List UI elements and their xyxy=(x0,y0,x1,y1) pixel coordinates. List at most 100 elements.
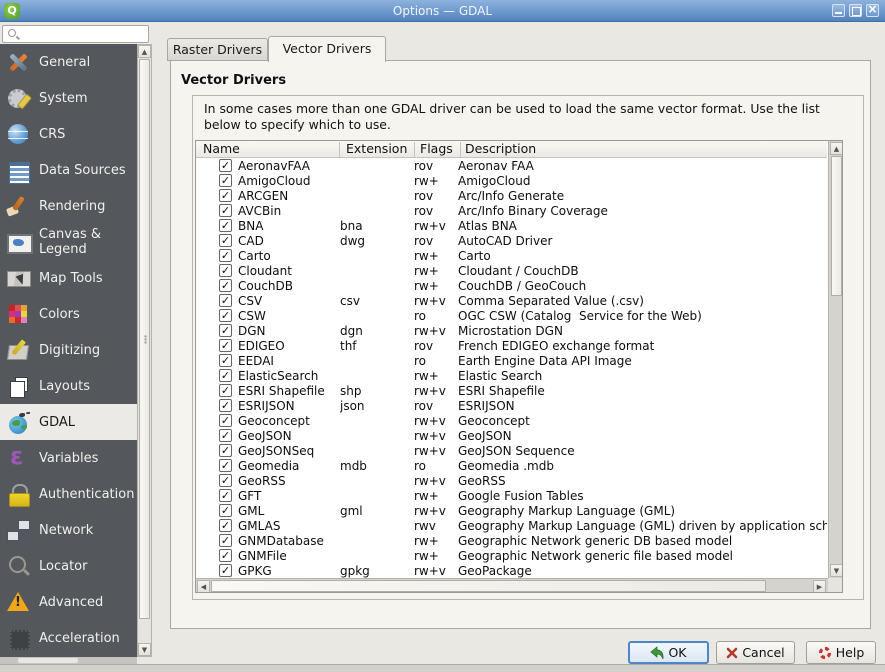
minimize-button[interactable] xyxy=(832,4,845,17)
row-checkbox[interactable]: ✓ xyxy=(219,384,232,397)
sidebar-item-canvas-legend[interactable]: Canvas & Legend xyxy=(0,224,137,260)
row-checkbox[interactable]: ✓ xyxy=(219,519,232,532)
row-checkbox[interactable]: ✓ xyxy=(219,279,232,292)
sidebar-item-locator[interactable]: Locator xyxy=(0,548,137,584)
sidebar-item-gdal[interactable]: GDAL xyxy=(0,404,137,440)
row-checkbox[interactable]: ✓ xyxy=(219,249,232,262)
table-row[interactable]: ✓ CAD dwg rov AutoCAD Driver xyxy=(196,233,827,248)
close-button[interactable] xyxy=(866,4,879,17)
row-checkbox[interactable]: ✓ xyxy=(219,414,232,427)
table-hscrollbar[interactable]: ◀ ▶ xyxy=(196,578,828,593)
sidebar-item-authentication[interactable]: Authentication xyxy=(0,476,137,512)
table-row[interactable]: ✓ GFT rw+ Google Fusion Tables xyxy=(196,488,827,503)
table-row[interactable]: ✓ EEDAI ro Earth Engine Data API Image xyxy=(196,353,827,368)
sidebar-item-layouts[interactable]: Layouts xyxy=(0,368,137,404)
row-checkbox[interactable]: ✓ xyxy=(219,219,232,232)
table-row[interactable]: ✓ Geomedia mdb ro Geomedia .mdb xyxy=(196,458,827,473)
table-row[interactable]: ✓ CouchDB rw+ CouchDB / GeoCouch xyxy=(196,278,827,293)
row-checkbox[interactable]: ✓ xyxy=(219,294,232,307)
row-checkbox[interactable]: ✓ xyxy=(219,369,232,382)
sidebar-search[interactable] xyxy=(2,25,149,43)
sidebar-item-digitizing[interactable]: Digitizing xyxy=(0,332,137,368)
table-row[interactable]: ✓ AmigoCloud rw+ AmigoCloud xyxy=(196,173,827,188)
sidebar-item-network[interactable]: Network xyxy=(0,512,137,548)
sidebar-item-advanced[interactable]: Advanced xyxy=(0,584,137,620)
sidebar-item-variables[interactable]: Variables xyxy=(0,440,137,476)
sidebar-item-rendering[interactable]: Rendering xyxy=(0,188,137,224)
tab-raster-drivers[interactable]: Raster Drivers xyxy=(167,38,268,61)
search-input[interactable] xyxy=(21,27,146,41)
row-checkbox[interactable]: ✓ xyxy=(219,159,232,172)
scroll-down-icon[interactable]: ▼ xyxy=(138,643,151,656)
ok-button[interactable]: OK xyxy=(628,641,709,664)
table-row[interactable]: ✓ GNMFile rw+ Geographic Network generic… xyxy=(196,548,827,563)
row-checkbox[interactable]: ✓ xyxy=(219,444,232,457)
table-row[interactable]: ✓ AeronavFAA rov Aeronav FAA xyxy=(196,158,827,173)
sidebar-scrollbar[interactable]: ▲ ∙∙ ∙∙ ∙∙ ▼ xyxy=(137,44,152,657)
table-row[interactable]: ✓ Carto rw+ Carto xyxy=(196,248,827,263)
row-checkbox[interactable]: ✓ xyxy=(219,429,232,442)
sidebar-hscrollbar-thumb[interactable] xyxy=(18,658,78,663)
row-checkbox[interactable]: ✓ xyxy=(219,489,232,502)
row-checkbox[interactable]: ✓ xyxy=(219,264,232,277)
row-checkbox[interactable]: ✓ xyxy=(219,189,232,202)
table-hscrollbar-thumb[interactable] xyxy=(211,580,766,592)
sidebar-item-crs[interactable]: CRS xyxy=(0,116,137,152)
table-row[interactable]: ✓ DGN dgn rw+v Microstation DGN xyxy=(196,323,827,338)
table-row[interactable]: ✓ GeoJSON rw+v GeoJSON xyxy=(196,428,827,443)
table-row[interactable]: ✓ ElasticSearch rw+ Elastic Search xyxy=(196,368,827,383)
table-row[interactable]: ✓ GNMDatabase rw+ Geographic Network gen… xyxy=(196,533,827,548)
table-scroll-up-icon[interactable]: ▲ xyxy=(830,142,843,155)
sidebar-item-data-sources[interactable]: Data Sources xyxy=(0,152,137,188)
row-checkbox[interactable]: ✓ xyxy=(219,204,232,217)
table-row[interactable]: ✓ ARCGEN rov Arc/Info Generate xyxy=(196,188,827,203)
table-vscrollbar[interactable]: ▲ ▼ xyxy=(828,141,843,578)
table-row[interactable]: ✓ AVCBin rov Arc/Info Binary Coverage xyxy=(196,203,827,218)
table-row[interactable]: ✓ ESRIJSON json rov ESRIJSON xyxy=(196,398,827,413)
table-row[interactable]: ✓ CSW ro OGC CSW (Catalog Service for th… xyxy=(196,308,827,323)
row-checkbox[interactable]: ✓ xyxy=(219,459,232,472)
sidebar-item-system[interactable]: System xyxy=(0,80,137,116)
table-scroll-down-icon[interactable]: ▼ xyxy=(830,564,843,577)
row-checkbox[interactable]: ✓ xyxy=(219,324,232,337)
table-row[interactable]: ✓ GML gml rw+v Geography Markup Language… xyxy=(196,503,827,518)
maximize-button[interactable] xyxy=(849,4,862,17)
sidebar-hscrollbar[interactable] xyxy=(0,657,137,664)
table-scroll-right-icon[interactable]: ▶ xyxy=(813,580,826,593)
row-checkbox[interactable]: ✓ xyxy=(219,354,232,367)
table-row[interactable]: ✓ GPKG gpkg rw+v GeoPackage xyxy=(196,563,827,578)
row-checkbox[interactable]: ✓ xyxy=(219,504,232,517)
tab-vector-drivers[interactable]: Vector Drivers xyxy=(268,36,386,62)
table-row[interactable]: ✓ Cloudant rw+ Cloudant / CouchDB xyxy=(196,263,827,278)
row-checkbox[interactable]: ✓ xyxy=(219,339,232,352)
row-checkbox[interactable]: ✓ xyxy=(219,564,232,577)
row-checkbox[interactable]: ✓ xyxy=(219,474,232,487)
row-checkbox[interactable]: ✓ xyxy=(219,399,232,412)
row-checkbox[interactable]: ✓ xyxy=(219,549,232,562)
sidebar-item-map-tools[interactable]: Map Tools xyxy=(0,260,137,296)
table-row[interactable]: ✓ Geoconcept rw+v Geoconcept xyxy=(196,413,827,428)
row-checkbox[interactable]: ✓ xyxy=(219,309,232,322)
cancel-button[interactable]: Cancel xyxy=(716,641,795,664)
table-row[interactable]: ✓ GeoJSONSeq rw+v GeoJSON Sequence xyxy=(196,443,827,458)
table-row[interactable]: ✓ BNA bna rw+v Atlas BNA xyxy=(196,218,827,233)
sidebar-scrollbar-thumb[interactable]: ∙∙ ∙∙ ∙∙ xyxy=(139,59,150,619)
table-row[interactable]: ✓ GMLAS rwv Geography Markup Language (G… xyxy=(196,518,827,533)
table-row[interactable]: ✓ EDIGEO thf rov French EDIGEO exchange … xyxy=(196,338,827,353)
table-row[interactable]: ✓ CSV csv rw+v Comma Separated Value (.c… xyxy=(196,293,827,308)
column-header-name[interactable]: Name xyxy=(203,141,240,157)
column-header-extension[interactable]: Extension xyxy=(346,141,407,157)
table-scroll-left-icon[interactable]: ◀ xyxy=(197,580,210,593)
row-checkbox[interactable]: ✓ xyxy=(219,174,232,187)
row-checkbox[interactable]: ✓ xyxy=(219,234,232,247)
sidebar-item-colors[interactable]: Colors xyxy=(0,296,137,332)
scroll-up-icon[interactable]: ▲ xyxy=(138,45,151,58)
sidebar-item-acceleration[interactable]: Acceleration xyxy=(0,620,137,656)
table-vscrollbar-thumb[interactable] xyxy=(831,156,842,296)
sidebar-item-general[interactable]: General xyxy=(0,44,137,80)
row-checkbox[interactable]: ✓ xyxy=(219,534,232,547)
help-button[interactable]: Help xyxy=(806,641,876,664)
table-row[interactable]: ✓ GeoRSS rw+v GeoRSS xyxy=(196,473,827,488)
column-header-description[interactable]: Description xyxy=(465,141,536,157)
column-header-flags[interactable]: Flags xyxy=(420,141,453,157)
